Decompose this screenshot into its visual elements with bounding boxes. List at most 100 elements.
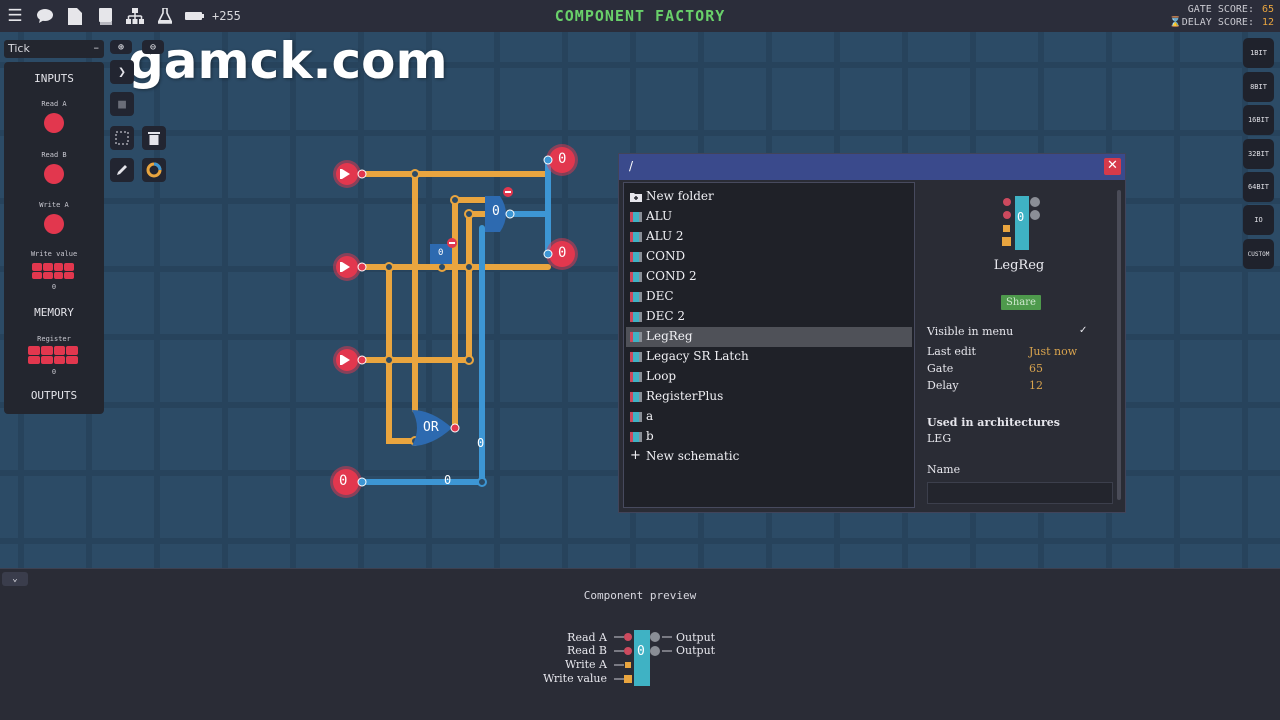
close-button[interactable]: ✕: [1104, 158, 1121, 175]
name-input[interactable]: [927, 482, 1113, 504]
input-pin-write-value[interactable]: [330, 466, 367, 498]
name-label: Name: [927, 463, 961, 476]
junction: [384, 262, 394, 272]
visible-in-menu-row[interactable]: Visible in menu ✓: [927, 325, 1107, 338]
component-icon: [630, 292, 642, 302]
share-button[interactable]: Share: [1001, 295, 1041, 310]
wire-value: 0: [444, 473, 452, 487]
list-item-registerplus[interactable]: RegisterPlus: [626, 387, 912, 407]
write-value-pin-value: 0: [339, 473, 348, 489]
component-icon: [630, 412, 642, 422]
used-in-label: Used in architectures: [927, 416, 1060, 429]
stop-button[interactable]: ■: [110, 92, 134, 116]
preview-output-label: Output: [676, 631, 716, 644]
color-wheel-button[interactable]: [142, 158, 166, 182]
wire-value: 0: [477, 436, 485, 450]
junction: [384, 355, 394, 365]
component-icon: [630, 252, 642, 262]
list-item-label: DEC: [646, 289, 674, 303]
pencil-icon: [117, 165, 127, 175]
list-item-legreg[interactable]: LegReg: [626, 327, 912, 347]
delay-label: Delay: [927, 379, 959, 392]
write-value-component[interactable]: [32, 263, 74, 279]
delete-button[interactable]: [142, 126, 166, 150]
inputs-section-title: INPUTS: [34, 72, 74, 85]
schematic-dialog: / ✕ New folder ALU ALU 2 COND COND 2 DEC…: [618, 153, 1126, 513]
gate-value: 65: [1029, 362, 1043, 375]
zoom-out-button[interactable]: ⊖: [142, 40, 164, 54]
list-item-new-schematic[interactable]: + New schematic: [626, 447, 912, 467]
list-item-dec[interactable]: DEC: [626, 287, 912, 307]
bit-button-custom[interactable]: CUSTOM: [1243, 239, 1274, 269]
bit-button-32bit[interactable]: 32BIT: [1243, 139, 1274, 169]
list-item-label: COND 2: [646, 269, 697, 283]
read-b-component[interactable]: [44, 164, 64, 184]
component-icon: [630, 332, 642, 342]
register-palette-component[interactable]: [28, 346, 78, 364]
bit-button-16bit[interactable]: 16BIT: [1243, 105, 1274, 135]
component-name: LegReg: [993, 258, 1045, 273]
preview-input-label: Write value: [543, 672, 607, 685]
junction: [450, 195, 460, 205]
list-item-a[interactable]: a: [626, 407, 912, 427]
visible-checkmark[interactable]: ✓: [1079, 325, 1087, 336]
detail-scrollbar[interactable]: [1117, 190, 1121, 500]
input-pin-read-a[interactable]: [333, 160, 367, 188]
read-a-component[interactable]: [44, 113, 64, 133]
delay-row: Delay 12: [927, 379, 1107, 392]
or-gate-label: OR: [423, 420, 439, 435]
output-1-value: 0: [558, 151, 567, 167]
list-item-legacy-sr-latch[interactable]: Legacy SR Latch: [626, 347, 912, 367]
visible-in-menu-label: Visible in menu: [927, 325, 1014, 338]
list-item-loop[interactable]: Loop: [626, 367, 912, 387]
collapse-button[interactable]: ⌄: [2, 572, 28, 586]
bit-button-1bit[interactable]: 1BIT: [1243, 38, 1274, 68]
list-item-cond-2[interactable]: COND 2: [626, 267, 912, 287]
component-icon: [630, 212, 642, 222]
play-button[interactable]: ❯: [110, 60, 134, 84]
last-edit-value: Just now: [1029, 345, 1078, 358]
junction: [410, 169, 420, 179]
pencil-button[interactable]: [110, 158, 134, 182]
list-item-b[interactable]: b: [626, 427, 912, 447]
list-item-alu-2[interactable]: ALU 2: [626, 227, 912, 247]
input-pin-read-b[interactable]: [333, 253, 367, 281]
schematic-list: New folder ALU ALU 2 COND COND 2 DEC DEC…: [623, 182, 915, 508]
selection-icon: [115, 131, 129, 145]
junction: [464, 209, 474, 219]
list-item-alu[interactable]: ALU: [626, 207, 912, 227]
read-b-label: Read B: [41, 151, 67, 159]
list-item-label: RegisterPlus: [646, 389, 724, 403]
delay-value: 12: [1029, 379, 1043, 392]
bit-button-8bit[interactable]: 8BIT: [1243, 72, 1274, 102]
select-tool-button[interactable]: [110, 126, 134, 150]
list-item-label: New folder: [646, 189, 714, 203]
list-item-cond[interactable]: COND: [626, 247, 912, 267]
junction: [437, 262, 447, 272]
zoom-in-button[interactable]: ⊕: [110, 40, 132, 54]
plus-icon: +: [630, 448, 641, 463]
list-item-label: COND: [646, 249, 686, 263]
bit-button-64bit[interactable]: 64BIT: [1243, 172, 1274, 202]
wire-orange[interactable]: [386, 264, 418, 444]
junction: [464, 355, 474, 365]
bit-button-io[interactable]: IO: [1243, 205, 1274, 235]
legreg-preview-value: 0: [1017, 210, 1025, 224]
write-a-component[interactable]: [44, 214, 64, 234]
dialog-path: /: [619, 154, 1125, 180]
list-item-new-folder[interactable]: New folder: [626, 187, 912, 207]
write-value-label: Write value: [30, 250, 78, 258]
list-item-label: ALU: [646, 209, 673, 223]
register-label: Register: [37, 335, 71, 343]
component-preview-panel: ⌄ Component preview Read A Read B Write …: [0, 568, 1280, 720]
list-item-label: ALU 2: [646, 229, 684, 243]
input-pin-write-a[interactable]: [333, 346, 367, 374]
preview-input-label: Write A: [565, 658, 607, 671]
last-edit-label: Last edit: [927, 345, 976, 358]
write-a-label: Write A: [39, 201, 69, 209]
new-folder-icon: [630, 193, 642, 202]
component-icon: [630, 312, 642, 322]
small-register-value: 0: [438, 248, 444, 258]
tick-select[interactable]: Tick –: [4, 40, 104, 58]
list-item-dec-2[interactable]: DEC 2: [626, 307, 912, 327]
